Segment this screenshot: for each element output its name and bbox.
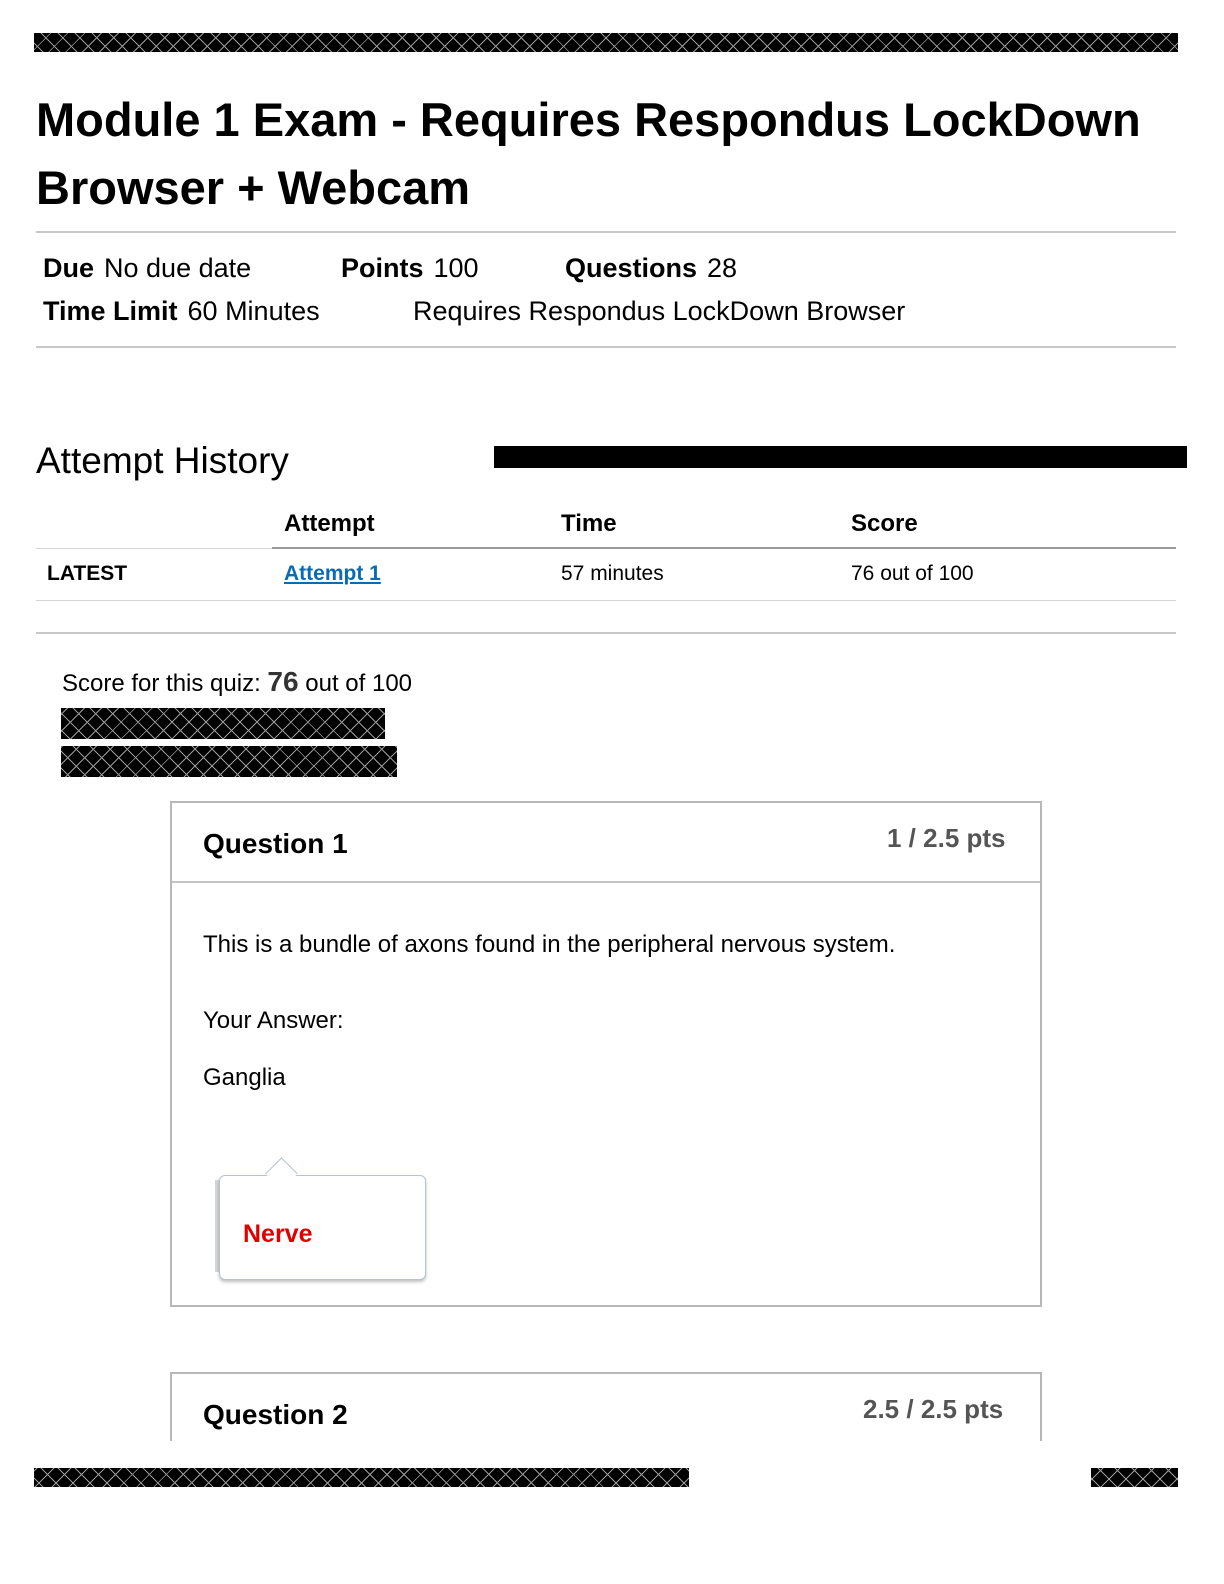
quiz-score: Score for this quiz: 76 out of 100: [62, 666, 412, 698]
questions-value: 28: [707, 253, 738, 283]
redacted-line-1: [61, 708, 385, 739]
redacted-bottom-right: [1091, 1468, 1178, 1487]
latest-tag: LATEST: [47, 562, 128, 585]
question-1-points: 1 / 2.5 pts: [887, 823, 1006, 853]
redacted-line-2: [61, 746, 397, 777]
attempt-history-title: Attempt History: [36, 440, 289, 481]
question-1-title: Question 1: [203, 828, 348, 859]
column-header-attempt: Attempt: [284, 510, 375, 537]
question-2-points: 2.5 / 2.5 pts: [863, 1394, 1004, 1424]
table-row-divider: [36, 600, 1176, 601]
quiz-score-suffix: out of 100: [305, 670, 413, 697]
question-2-title: Question 2: [203, 1399, 348, 1430]
time-limit-value: 60 Minutes: [187, 296, 320, 326]
section-divider: [36, 632, 1176, 634]
redacted-bar: [494, 446, 1187, 468]
column-header-score: Score: [851, 510, 918, 537]
table-header-divider: [272, 547, 1176, 549]
question-1-text: This is a bundle of axons found in the p…: [203, 931, 896, 958]
redacted-top-banner: [34, 33, 1178, 52]
points-label: Points: [341, 253, 424, 283]
lockdown-requirement: Requires Respondus LockDown Browser: [413, 296, 906, 326]
page-title: Module 1 Exam - Requires Respondus LockD…: [36, 93, 1141, 214]
quiz-score-value: 76: [267, 666, 299, 697]
due-label: Due: [43, 253, 95, 283]
table-header-divider-left: [36, 548, 272, 549]
your-answer-value: Ganglia: [203, 1064, 286, 1091]
due-detail: Due No due date: [43, 252, 251, 284]
your-answer-label: Your Answer:: [203, 1007, 344, 1034]
time-limit-label: Time Limit: [43, 296, 178, 326]
due-value: No due date: [104, 253, 252, 283]
details-divider: [36, 346, 1176, 348]
column-header-time: Time: [561, 510, 617, 537]
redacted-bottom-left: [34, 1468, 689, 1487]
attempt-time: 57 minutes: [561, 562, 664, 585]
title-divider: [36, 231, 1176, 233]
time-limit-detail: Time Limit 60 Minutes: [43, 295, 320, 327]
quiz-score-prefix: Score for this quiz:: [62, 670, 261, 697]
questions-detail: Questions 28: [565, 252, 737, 284]
correct-answer-value: Nerve: [243, 1220, 313, 1248]
page-break-mask: [0, 1441, 1224, 1584]
points-value: 100: [433, 253, 479, 283]
points-detail: Points 100: [341, 252, 479, 284]
questions-label: Questions: [565, 253, 698, 283]
attempt-score: 76 out of 100: [851, 562, 974, 585]
attempt-1-link[interactable]: Attempt 1: [284, 562, 381, 586]
